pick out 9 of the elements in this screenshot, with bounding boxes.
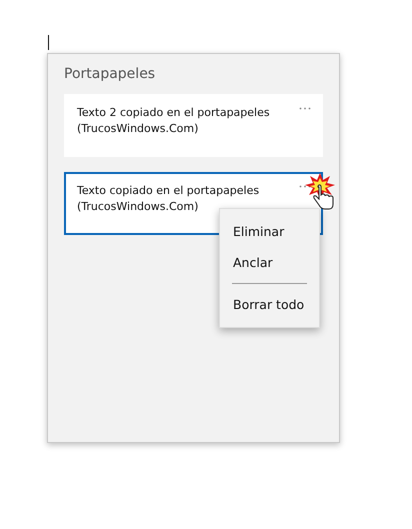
menu-item[interactable]: Borrar todo	[220, 289, 319, 320]
menu-item[interactable]: Anclar	[220, 247, 319, 278]
more-icon[interactable]	[299, 107, 311, 110]
item-text: Texto 2 copiado en el portapapeles (TrucosWindows.Com)	[77, 105, 271, 137]
clipboard-item[interactable]: Texto 2 copiado en el portapapeles (TrucosWindows.Com)	[64, 94, 323, 157]
item-text: Texto copiado en el portapapeles (TrucosWindows.Com)	[77, 183, 260, 215]
panel-title: Portapapeles	[64, 66, 156, 82]
more-icon[interactable]	[299, 185, 311, 188]
text-caret	[48, 35, 49, 50]
